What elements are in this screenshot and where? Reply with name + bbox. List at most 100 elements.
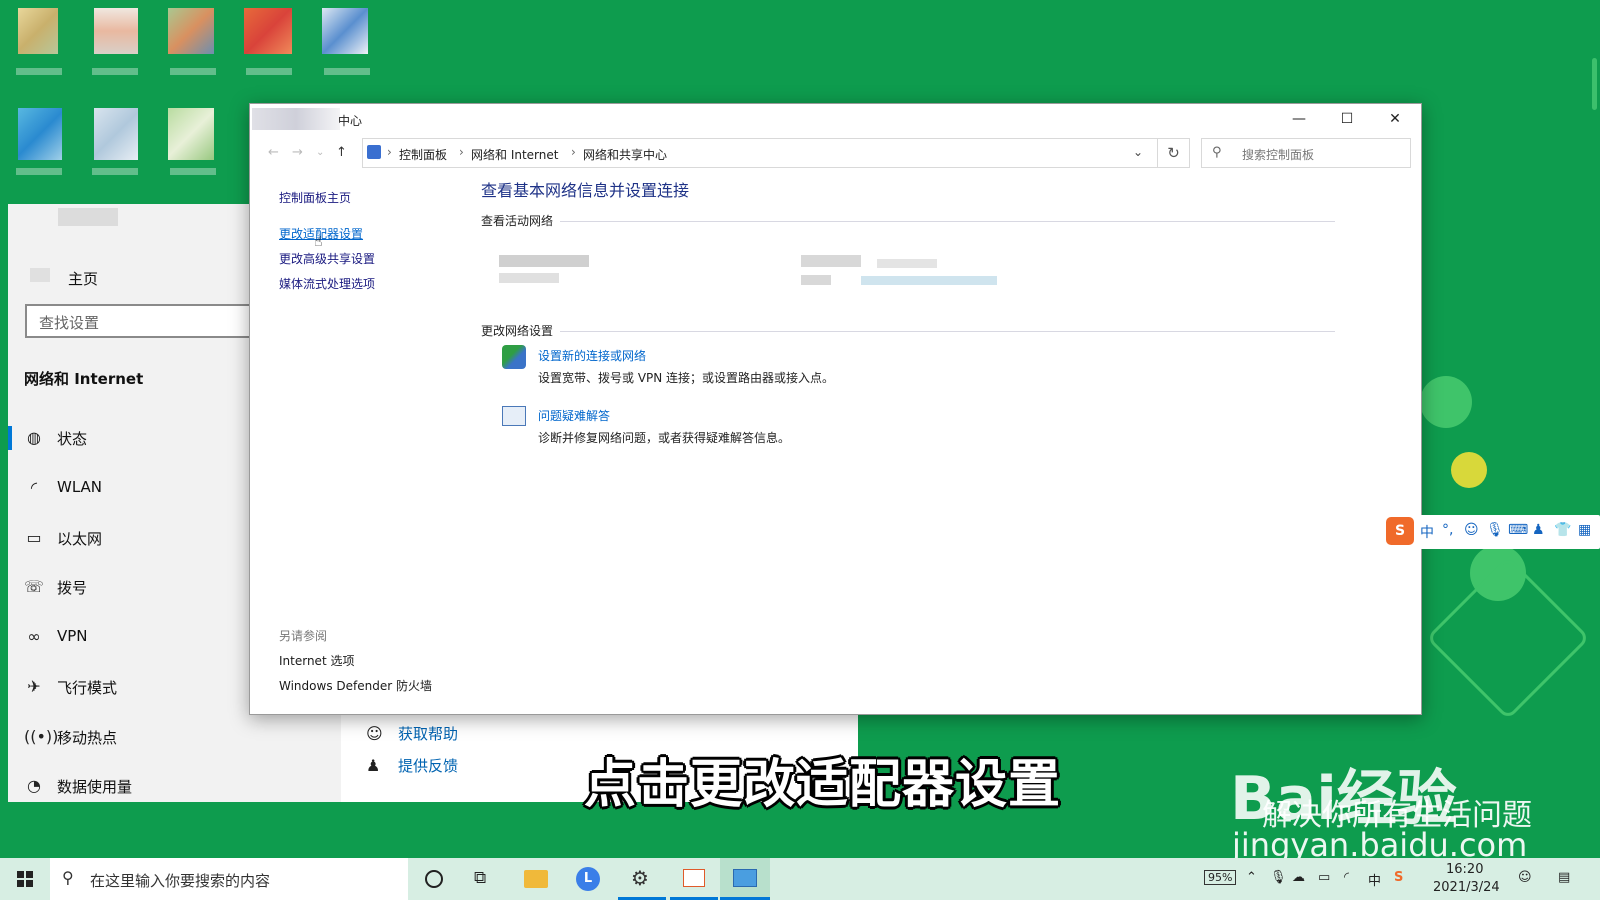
wifi-icon: ◜ <box>30 478 38 497</box>
desktop-icon-4[interactable] <box>244 8 294 75</box>
link-media-streaming[interactable]: 媒体流式处理选项 <box>279 275 375 292</box>
back-icon[interactable]: ← <box>268 145 279 160</box>
media-app-button[interactable] <box>670 858 718 900</box>
window-title: 中心 <box>338 114 363 128</box>
troubleshoot-icon <box>502 406 526 426</box>
feedback-link[interactable]: 提供反馈 <box>398 755 458 776</box>
settings-search-input[interactable]: 查找设置 <box>25 304 275 338</box>
breadcrumb-control-panel[interactable]: 控制面板 <box>399 146 447 163</box>
battery-percent[interactable]: 95% <box>1204 870 1237 885</box>
see-also-title: 另请参阅 <box>279 629 328 643</box>
cortana-button[interactable] <box>412 858 456 900</box>
task-new-connection-link[interactable]: 设置新的连接或网络 <box>538 347 646 364</box>
minimize-button[interactable]: — <box>1276 104 1322 134</box>
nav-item-label: WLAN <box>57 478 103 496</box>
address-bar[interactable]: › 控制面板 › 网络和 Internet › 网络和共享中心 ⌄ <box>362 138 1158 168</box>
network-type-blur <box>499 273 559 283</box>
nav-item-data-usage[interactable]: ◔ 数据使用量 <box>8 766 341 802</box>
skin-icon[interactable]: 👕 <box>1554 522 1571 538</box>
settings-app-button[interactable]: ⚙ <box>618 858 666 900</box>
breadcrumb-separator: › <box>571 145 576 159</box>
desktop-icon-6[interactable] <box>14 108 64 175</box>
taskbar-search-placeholder: 在这里输入你要搜索的内容 <box>90 872 271 890</box>
breadcrumb-sharing-center[interactable]: 网络和共享中心 <box>583 146 667 163</box>
link-control-panel-home[interactable]: 控制面板主页 <box>279 189 351 206</box>
feedback-icon: ♟ <box>366 756 381 775</box>
desktop-icon-1[interactable] <box>14 8 64 75</box>
clock-time[interactable]: 16:20 <box>1446 862 1483 877</box>
video-subtitle: 点击更改适配器设置 <box>584 755 1062 815</box>
settings-search-placeholder: 查找设置 <box>39 314 100 332</box>
ime-icon[interactable]: 中 <box>1368 870 1381 889</box>
control-panel-taskbar-icon <box>733 869 757 887</box>
nav-item-label: 数据使用量 <box>57 778 133 796</box>
sogou-tray-icon[interactable]: S <box>1394 870 1403 885</box>
divider <box>560 221 1335 222</box>
link-windows-firewall[interactable]: Windows Defender 防火墙 <box>279 677 432 694</box>
control-panel-taskbar-button[interactable] <box>720 858 770 900</box>
close-button[interactable]: ✕ <box>1372 104 1418 134</box>
user-icon[interactable]: ♟ <box>1532 522 1545 538</box>
desktop-icon-8[interactable] <box>168 108 218 175</box>
battery-icon[interactable]: ▭ <box>1318 870 1330 885</box>
recent-dropdown-icon[interactable]: ⌄ <box>316 147 324 158</box>
desktop-icon-5[interactable] <box>322 8 372 75</box>
desktop-icon-3[interactable] <box>168 8 218 75</box>
ime-punct[interactable]: °, <box>1442 522 1453 538</box>
link-internet-options[interactable]: Internet 选项 <box>279 652 354 669</box>
taskbar-search-input[interactable]: ⚲ 在这里输入你要搜索的内容 <box>50 858 408 900</box>
apps-icon[interactable]: ▦ <box>1578 522 1591 538</box>
task-view-button[interactable]: ⧉ <box>462 858 506 900</box>
nav-item-hotspot[interactable]: ((•)) 移动热点 <box>8 717 341 757</box>
page-title: 查看基本网络信息并设置连接 <box>481 181 690 200</box>
wifi-icon[interactable]: ◜ <box>1344 870 1349 885</box>
chat-icon[interactable]: ☺ <box>1518 870 1532 885</box>
ime-toolbar[interactable]: S 中 °, ☺ 🎙 ⌨ ♟ 👕 ▦ <box>1386 515 1600 549</box>
chevron-up-icon[interactable]: ⌃ <box>1246 870 1257 885</box>
up-icon[interactable]: ↑ <box>336 145 347 160</box>
settings-section-title: 网络和 Internet <box>24 370 144 388</box>
nav-item-label: 飞行模式 <box>57 679 118 697</box>
settings-title-blur <box>58 208 118 226</box>
scrollbar-thumb[interactable] <box>1592 58 1597 110</box>
search-icon: ⚲ <box>1212 145 1222 160</box>
mouse-cursor-icon: ☝ <box>314 234 323 250</box>
connection-link-blur <box>861 276 997 285</box>
decoration-card <box>1425 555 1591 721</box>
get-help-link[interactable]: 获取帮助 <box>398 723 458 744</box>
change-settings-heading: 更改网络设置 <box>481 324 554 338</box>
desktop-icon-7[interactable] <box>90 108 140 175</box>
vpn-icon: ∞ <box>27 627 41 646</box>
clock-date[interactable]: 2021/3/24 <box>1433 880 1500 895</box>
ime-mode[interactable]: 中 <box>1420 522 1434 542</box>
app-l-button[interactable]: L <box>564 858 612 900</box>
cortana-icon <box>425 870 443 888</box>
task-troubleshoot-link[interactable]: 问题疑难解答 <box>538 407 610 424</box>
nav-item-label: 以太网 <box>57 530 103 548</box>
title-bar[interactable]: 中心 — ☐ ✕ <box>250 104 1421 134</box>
file-explorer-button[interactable] <box>512 858 560 900</box>
network-name-blur <box>499 255 589 267</box>
decoration-dot <box>1451 452 1487 488</box>
notification-icon[interactable]: ▤ <box>1558 870 1570 885</box>
forward-icon[interactable]: → <box>292 145 303 160</box>
refresh-button[interactable]: ↻ <box>1158 138 1190 168</box>
folder-icon <box>524 870 548 888</box>
control-panel-search[interactable]: ⚲ 搜索控制面板 <box>1201 138 1411 168</box>
desktop-icon-2[interactable] <box>90 8 140 75</box>
address-dropdown-icon[interactable]: ⌄ <box>1133 145 1143 159</box>
settings-home-link[interactable]: 主页 <box>68 268 98 289</box>
mic-icon[interactable]: 🎙 <box>1486 522 1504 538</box>
emoji-icon[interactable]: ☺ <box>1464 522 1479 538</box>
keyboard-icon[interactable]: ⌨ <box>1508 522 1528 538</box>
search-icon: ⚲ <box>62 868 74 887</box>
decoration-circle <box>1420 376 1472 428</box>
breadcrumb-network[interactable]: 网络和 Internet <box>471 146 558 163</box>
start-button[interactable] <box>0 858 50 900</box>
link-advanced-sharing[interactable]: 更改高级共享设置 <box>279 250 375 267</box>
maximize-button[interactable]: ☐ <box>1324 104 1370 134</box>
mic-icon[interactable]: 🎙 <box>1270 870 1287 885</box>
access-type-blur <box>801 255 861 267</box>
breadcrumb-separator: › <box>387 145 392 159</box>
cloud-icon[interactable]: ☁ <box>1292 870 1305 885</box>
